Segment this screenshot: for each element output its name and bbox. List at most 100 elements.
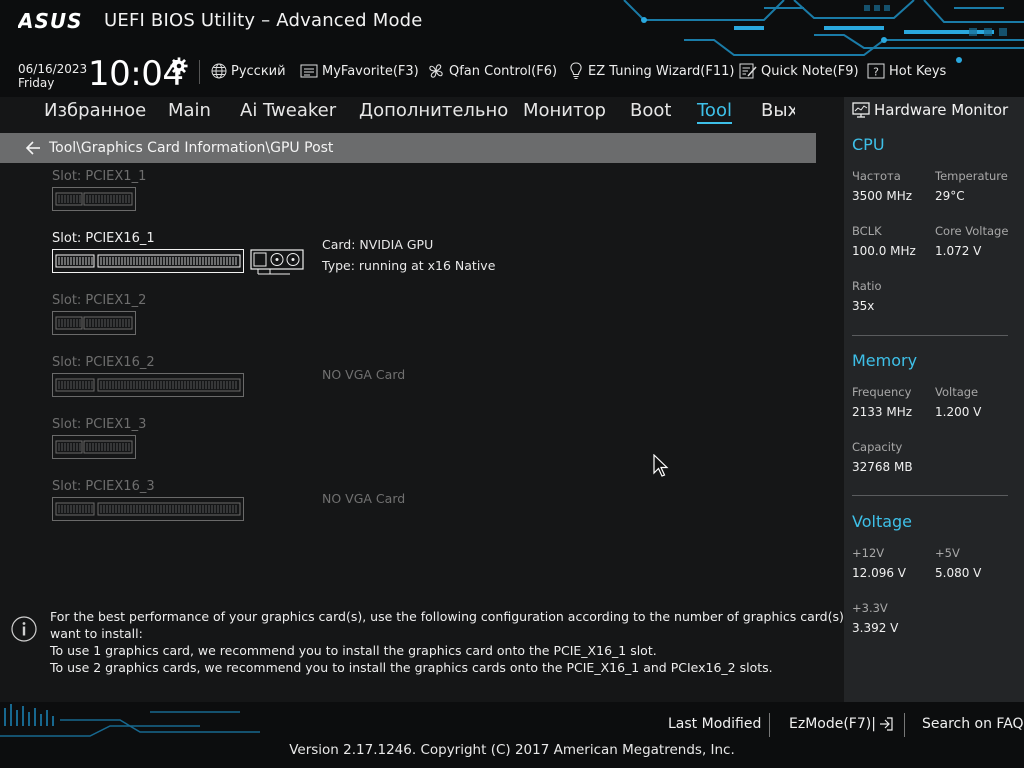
header-bar: ASUS UEFI BIOS Utility – Advanced Mode 0… (0, 0, 1024, 97)
section-divider (852, 335, 1008, 336)
card-info-text: Type: running at x16 Native (322, 258, 496, 273)
pcie-x16-slot-icon (52, 249, 244, 273)
header-circuit-decoration (623, 0, 1024, 63)
last-modified-label: Last Modified (668, 716, 762, 732)
note-pencil-icon (739, 63, 757, 79)
quick-note-button[interactable]: Quick Note(F9) (739, 61, 859, 81)
question-key-icon: ? (867, 63, 885, 79)
slot-label: Slot: PCIEX16_2 (52, 355, 155, 370)
quick-note-label: Quick Note(F9) (761, 63, 859, 79)
toolbar-divider (199, 60, 200, 84)
qfan-control-button[interactable]: Qfan Control(F6) (427, 61, 557, 81)
v5-label: +5V (935, 546, 960, 560)
slot-label: Slot: PCIEX16_1 (52, 231, 155, 246)
copyright-text: Version 2.17.1246. Copyright (C) 2017 Am… (289, 742, 735, 758)
ezmode-button[interactable]: EzMode(F7)| (789, 716, 894, 732)
lightbulb-icon (570, 62, 582, 79)
asus-logo: ASUS (18, 11, 83, 31)
hardware-monitor-panel: Hardware Monitor CPU Частота 3500 MHz Te… (844, 97, 1024, 702)
favorite-list-icon (300, 64, 318, 78)
memory-voltage-value: 1.200 V (935, 405, 982, 419)
ezmode-label: EzMode(F7)| (789, 716, 876, 732)
svg-text:ASUS: ASUS (18, 11, 83, 31)
hardware-monitor-title: Hardware Monitor (874, 101, 1009, 119)
monitor-screen-icon (852, 102, 870, 118)
voltage-section-heading: Voltage (852, 512, 913, 531)
exit-arrow-icon (879, 717, 893, 731)
core-voltage-label: Core Voltage (935, 224, 1009, 238)
cpu-frequency-label: Частота (852, 169, 901, 183)
app-title: UEFI BIOS Utility – Advanced Mode (104, 10, 423, 31)
qfan-control-label: Qfan Control(F6) (449, 63, 558, 79)
card-info-text: Card: NVIDIA GPU (322, 237, 434, 252)
gpu-post-panel: Slot: PCIEX1_1 Slot: PCIEX16_1 Slot: PCIEX… (0, 163, 838, 591)
cpu-section-heading: CPU (852, 135, 885, 154)
ez-tuning-wizard-label: EZ Tuning Wizard(F11) (588, 63, 735, 79)
pcie-slot-row: Slot: PCIEX16_3 (52, 479, 244, 521)
svg-text:?: ? (873, 66, 879, 79)
memory-capacity-label: Capacity (852, 440, 903, 454)
tab-tool[interactable]: Tool (697, 100, 732, 124)
pcie-x1-slot-icon (52, 311, 136, 335)
v12-label: +12V (852, 546, 885, 560)
pcie-x16-slot-icon (52, 373, 244, 397)
clock-settings-gear-icon[interactable] (170, 57, 188, 75)
footer-bar: Last Modified EzMode(F7)| Search on FAQ … (0, 702, 1024, 768)
v5-value: 5.080 V (935, 566, 982, 580)
bclk-value: 100.0 MHz (852, 244, 916, 258)
language-label: Русский (231, 63, 286, 79)
back-arrow-icon[interactable] (25, 141, 41, 155)
section-divider (852, 495, 1008, 496)
cpu-temperature-value: 29°C (935, 189, 965, 203)
breadcrumb-path: Tool\Graphics Card Information\GPU Post (49, 140, 334, 156)
tab-favorites[interactable]: Избранное (44, 100, 146, 121)
pcie-slot-row: Slot: PCIEX16_2 (52, 355, 244, 397)
footer-circuit-decoration (0, 704, 260, 737)
pcie-x1-slot-icon (52, 435, 136, 459)
tab-main[interactable]: Main (168, 100, 211, 121)
memory-frequency-label: Frequency (852, 385, 912, 399)
tab-ai-tweaker[interactable]: Ai Tweaker (240, 100, 336, 121)
info-text-line: For the best performance of your graphic… (50, 609, 871, 624)
pcie-slot-row: Slot: PCIEX16_1 (52, 231, 304, 275)
ez-tuning-wizard-button[interactable]: EZ Tuning Wizard(F11) (568, 61, 734, 81)
main-nav-tabs: Избранное Main Ai Tweaker Дополнительно … (0, 97, 838, 129)
info-text-line: To use 2 graphics cards, we recommend yo… (50, 660, 773, 675)
memory-capacity-value: 32768 MB (852, 460, 913, 474)
footer-divider (769, 713, 770, 737)
v12-value: 12.096 V (852, 566, 907, 580)
info-text-line: To use 1 graphics card, we recommend you… (50, 643, 657, 658)
tab-boot[interactable]: Boot (630, 100, 671, 121)
pcie-slot-row: Slot: PCIEX1_3 (52, 417, 146, 459)
hardware-monitor-header: Hardware Monitor (852, 101, 1008, 119)
pcie-x16-slot-icon (52, 497, 244, 521)
pcie-x1-slot-icon (52, 187, 136, 211)
ratio-value: 35x (852, 299, 875, 313)
slot-label: Slot: PCIEX1_1 (52, 169, 147, 184)
tab-monitor[interactable]: Монитор (523, 100, 606, 121)
cpu-temperature-label: Temperature (935, 169, 1008, 183)
bclk-label: BCLK (852, 224, 882, 238)
memory-voltage-label: Voltage (935, 385, 979, 399)
search-faq-button[interactable]: Search on FAQ (922, 716, 1024, 732)
last-modified-button[interactable]: Last Modified (668, 716, 761, 732)
v33-label: +3.3V (852, 601, 888, 615)
info-icon (11, 616, 37, 642)
graphics-card-icon (250, 249, 304, 275)
breadcrumb-bar: Tool\Graphics Card Information\GPU Post (0, 133, 816, 163)
language-button[interactable]: Русский (211, 61, 286, 81)
slot-label: Slot: PCIEX1_3 (52, 417, 147, 432)
v33-value: 3.392 V (852, 621, 899, 635)
cpu-frequency-value: 3500 MHz (852, 189, 913, 203)
slot-label: Slot: PCIEX1_2 (52, 293, 147, 308)
tab-exit[interactable]: Выход (761, 100, 795, 121)
mouse-cursor-icon (653, 454, 669, 477)
slot-label: Slot: PCIEX16_3 (52, 479, 155, 494)
hot-keys-button[interactable]: ? Hot Keys (867, 61, 946, 81)
myfavorite-label: MyFavorite(F3) (322, 63, 419, 79)
tab-advanced[interactable]: Дополнительно (359, 100, 508, 121)
pcie-slot-row: Slot: PCIEX1_1 (52, 169, 146, 211)
myfavorite-button[interactable]: MyFavorite(F3) (300, 61, 419, 81)
day-display: Friday (18, 76, 55, 90)
date-display: 06/16/2023 (18, 62, 88, 76)
